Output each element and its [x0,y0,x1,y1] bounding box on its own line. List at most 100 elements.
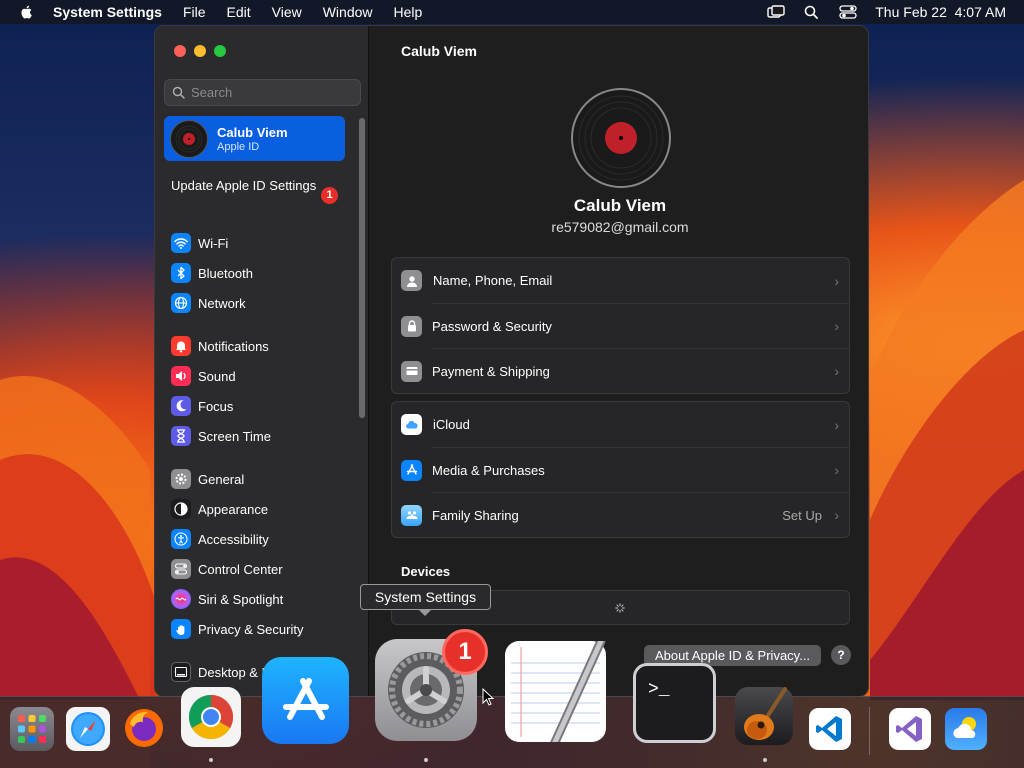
bell-icon [171,336,191,356]
sidebar-item-wifi[interactable]: Wi-Fi [171,228,351,258]
icloud-icon [401,414,422,435]
dock-weather[interactable] [945,708,987,750]
dock-vscode[interactable] [809,708,851,750]
sidebar-item-siri-spotlight[interactable]: Siri & Spotlight [171,584,351,614]
sidebar: Calub Viem Apple ID Update Apple ID Sett… [155,26,369,696]
menu-clock[interactable]: Thu Feb 22 4:07 AM [875,4,1006,20]
siri-icon [171,589,191,609]
sidebar-item-label: Screen Time [198,428,271,444]
family-icon [401,504,422,526]
control-center-icon[interactable] [839,5,857,19]
sidebar-item-screen-time[interactable]: Screen Time [171,421,351,451]
sidebar-item-apple-id[interactable]: Calub Viem Apple ID [164,116,345,161]
profile-name: Calub Viem [573,196,667,215]
guitar-icon [744,687,787,740]
page-title: Calub Viem [401,43,477,59]
accessibility-icon [171,529,191,549]
row-label: Media & Purchases [432,462,545,478]
sidebar-item-update-apple-id[interactable]: Update Apple ID Settings [171,178,341,194]
row-name-phone-email[interactable]: Name, Phone, Email › [392,258,849,303]
family-sharing-setup-link[interactable]: Set Up [782,508,822,523]
dock-running-indicator [424,758,428,762]
menu-app-name[interactable]: System Settings [53,4,162,20]
dock-notification-badge: 1 [442,629,488,675]
screen-mirroring-icon[interactable] [767,5,785,19]
globe-icon [171,293,191,313]
mouse-cursor-icon [482,688,494,706]
sidebar-item-label: General [198,471,245,487]
appstore-icon [282,677,329,720]
chevron-right-icon: › [834,318,839,334]
dock-chrome[interactable] [181,687,241,747]
weather-icon [953,717,976,738]
row-payment-shipping[interactable]: Payment & Shipping › [401,348,849,393]
dock-launchpad[interactable] [10,707,54,751]
system-settings-window: Calub Viem Apple ID Update Apple ID Sett… [154,25,869,697]
sidebar-item-sound[interactable]: Sound [171,361,351,391]
spotlight-search-icon[interactable] [803,5,821,19]
help-button[interactable]: ? [831,645,851,665]
speaker-icon [171,366,191,386]
account-text: Calub Viem Apple ID [217,125,288,153]
lock-icon [401,315,422,337]
row-media-purchases[interactable]: Media & Purchases › [401,447,849,492]
sidebar-search[interactable] [164,79,361,106]
menu-help[interactable]: Help [394,4,423,20]
row-family-sharing[interactable]: Family Sharing Set Up › [401,492,849,537]
sidebar-item-network[interactable]: Network [171,288,351,318]
chevron-right-icon: › [834,507,839,523]
sidebar-item-focus[interactable]: Focus [171,391,351,421]
sidebar-scrollbar[interactable] [359,118,365,418]
sidebar-item-bluetooth[interactable]: Bluetooth [171,258,351,288]
search-input[interactable] [191,85,351,100]
vscode-icon [816,716,842,742]
account-settings-group: Name, Phone, Email › Password & Security… [391,257,850,394]
chevron-right-icon: › [834,416,839,433]
row-icloud[interactable]: iCloud › [392,402,849,447]
wifi-icon [171,233,191,253]
menu-bar: System Settings File Edit View Window He… [0,0,1024,24]
sidebar-group-notifications: Notifications Sound Focus Screen Time [171,331,351,451]
dock-terminal[interactable]: >_ [633,663,716,743]
sidebar-item-control-center[interactable]: Control Center [171,554,351,584]
dock-visual-studio[interactable] [889,708,931,750]
dock-separator [869,707,870,755]
moon-icon [171,396,191,416]
dock-garageband[interactable] [735,687,793,745]
sidebar-item-label: Wi-Fi [198,235,229,251]
sidebar-item-notifications[interactable]: Notifications [171,331,351,361]
textedit-icon [511,641,606,742]
services-group: iCloud › Media & Purchases › Family Shar… [391,401,850,538]
dock-textedit[interactable] [505,641,606,742]
chevron-right-icon: › [834,363,839,379]
row-password-security[interactable]: Password & Security › [401,303,849,348]
sidebar-item-label: Siri & Spotlight [198,591,284,607]
dock-safari[interactable] [66,707,110,751]
sidebar-item-privacy-security[interactable]: Privacy & Security [171,614,351,644]
update-badge: 1 [321,187,338,204]
profile-avatar[interactable] [570,87,672,189]
dock-firefox[interactable] [121,705,167,751]
close-window-button[interactable] [174,45,186,57]
dock-app-store[interactable] [262,657,349,744]
bluetooth-icon [171,263,191,283]
menu-edit[interactable]: Edit [227,4,251,20]
zoom-window-button[interactable] [214,45,226,57]
apple-logo-icon[interactable] [19,4,35,20]
sidebar-item-label: Network [198,295,246,311]
visualstudio-icon [896,716,922,742]
sidebar-item-general[interactable]: General [171,464,351,494]
chevron-right-icon: › [834,272,839,289]
sidebar-item-label: Sound [198,368,236,384]
sidebar-group-network: Wi-Fi Bluetooth Network [171,228,351,318]
menu-view[interactable]: View [272,4,302,20]
sidebar-item-label: Privacy & Security [198,621,304,637]
sidebar-item-accessibility[interactable]: Accessibility [171,524,351,554]
sidebar-item-appearance[interactable]: Appearance [171,494,351,524]
menu-file[interactable]: File [183,4,206,20]
creditcard-icon [401,360,422,382]
minimize-window-button[interactable] [194,45,206,57]
menu-window[interactable]: Window [323,4,373,20]
sidebar-item-label: Bluetooth [198,265,253,281]
person-icon [401,270,422,291]
